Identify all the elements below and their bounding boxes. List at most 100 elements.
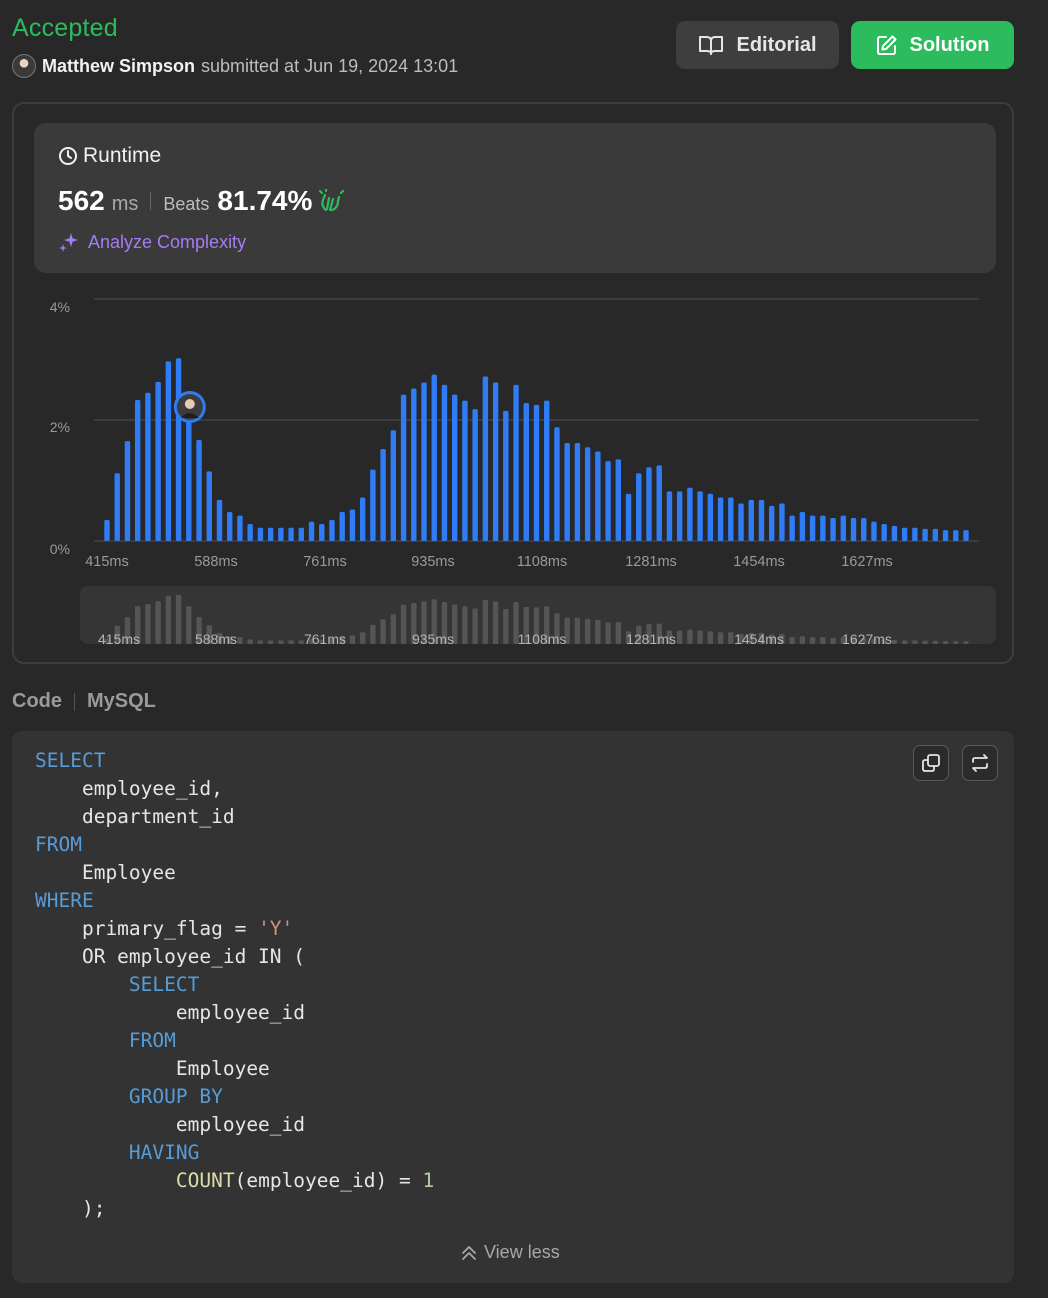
submitter-name[interactable]: Matthew Simpson — [42, 56, 195, 77]
histogram-bar — [227, 511, 233, 541]
solution-label: Solution — [909, 33, 990, 56]
histogram-bar — [881, 524, 887, 541]
submitted-time: submitted at Jun 19, 2024 13:01 — [201, 55, 459, 76]
navigator-tick-label: 415ms — [98, 631, 140, 647]
navigator-bar — [175, 594, 182, 644]
code-line: FROM — [35, 831, 434, 859]
runtime-distribution-chart: 4% 2% 0% 415ms 588ms 761ms 935ms 1108ms 1281ms 14… — [14, 104, 1016, 666]
navigator-bar — [912, 640, 918, 644]
histogram-bar — [850, 518, 857, 541]
code-token: HAVING — [128, 1141, 200, 1164]
performance-panel: Runtime 562 ms Beats 81.74% Analyze Comp… — [12, 102, 1014, 664]
solution-button[interactable]: Solution — [851, 21, 1014, 69]
histogram-bar — [861, 518, 867, 541]
histogram-bar — [595, 451, 601, 541]
histogram-bar — [769, 505, 775, 541]
navigator-bar — [901, 640, 908, 644]
histogram-bar — [963, 530, 969, 541]
x-tick-label: 935ms — [411, 554, 455, 570]
histogram-bar — [237, 515, 243, 541]
navigator-tick-label: 761ms — [304, 631, 346, 647]
code-line: SELECT — [35, 971, 434, 999]
y-tick-label: 0% — [50, 541, 70, 557]
histogram-bar — [953, 530, 959, 541]
tab-code: Code — [12, 690, 62, 712]
histogram-bar — [799, 511, 806, 541]
histogram-bar — [349, 509, 356, 541]
code-line: SELECT — [35, 747, 434, 775]
y-tick-label: 4% — [50, 299, 70, 315]
navigator-bar — [237, 637, 243, 644]
y-tick-label: 2% — [50, 419, 70, 435]
navigator-bar — [605, 622, 611, 644]
navigator-bar — [462, 606, 468, 644]
code-line: Employee — [35, 1055, 434, 1083]
histogram-bar — [196, 439, 202, 541]
navigator-bar — [390, 614, 397, 644]
submission-status: Accepted — [12, 14, 118, 42]
code-token: ); — [35, 1197, 106, 1220]
histogram-bar — [533, 404, 540, 541]
histogram-bar — [441, 384, 448, 541]
histogram-bar — [758, 499, 765, 541]
navigator-bar — [676, 630, 683, 644]
chevrons-up-icon — [462, 1245, 476, 1260]
edit-icon — [876, 35, 896, 55]
histogram-bar — [359, 497, 366, 541]
histogram-bar — [779, 503, 785, 541]
navigator-bar — [615, 622, 622, 644]
code-line: WHERE — [35, 887, 434, 915]
code-line: primary_flag = 'Y' — [35, 915, 434, 943]
chart-svg: 4% 2% 0% 415ms 588ms 761ms 935ms 1108ms 1281ms 14… — [50, 298, 996, 647]
navigator-bar — [789, 637, 795, 644]
view-less-button[interactable]: View less — [460, 1242, 560, 1263]
histogram-bar — [942, 530, 949, 541]
navigator-bar — [820, 637, 826, 644]
editorial-button[interactable]: Editorial — [676, 21, 839, 69]
histogram-bar — [625, 493, 632, 541]
navigator-bar — [891, 639, 898, 644]
code-token: Employee — [35, 1057, 270, 1080]
navigator-bar — [584, 618, 591, 644]
navigator-bar — [830, 637, 836, 644]
histogram-bar — [871, 521, 877, 541]
navigator-bar — [288, 640, 294, 644]
navigator-tick-label: 1627ms — [842, 631, 892, 647]
code-line: employee_id — [35, 1111, 434, 1139]
histogram-bar — [472, 409, 478, 541]
histogram-bar — [421, 382, 427, 541]
navigator-bar — [145, 604, 151, 644]
code-line: FROM — [35, 1027, 434, 1055]
histogram-bar — [901, 527, 908, 541]
code-content[interactable]: SELECT employee_id, department_id FROM Em… — [35, 747, 434, 1223]
histogram-bar — [124, 441, 131, 541]
histogram-bar — [656, 465, 662, 541]
histogram-bar — [114, 473, 120, 541]
histogram-bar — [840, 515, 846, 541]
x-tick-label: 761ms — [303, 554, 347, 570]
navigator-bar — [492, 601, 499, 644]
histogram-bar — [830, 518, 836, 541]
code-line: employee_id, — [35, 775, 434, 803]
code-line: GROUP BY — [35, 1083, 434, 1111]
navigator-bar — [186, 606, 192, 644]
swap-code-button[interactable] — [962, 745, 998, 781]
view-less-label: View less — [484, 1242, 560, 1262]
histogram-bar — [308, 521, 315, 541]
copy-code-button[interactable] — [913, 745, 949, 781]
histogram-bar — [717, 497, 724, 541]
code-token: FROM — [35, 833, 82, 856]
histogram-bar — [267, 527, 274, 541]
code-line: COUNT(employee_id) = 1 — [35, 1167, 434, 1195]
histogram-bar — [687, 487, 693, 541]
histogram-bar — [298, 527, 304, 541]
histogram-bar — [912, 527, 918, 541]
navigator-bar — [155, 601, 161, 644]
navigator-tick-label: 588ms — [195, 631, 237, 647]
histogram-bar — [666, 491, 673, 541]
user-avatar[interactable] — [12, 54, 36, 78]
code-token: employee_id, — [35, 777, 223, 800]
histogram-bar — [216, 499, 223, 541]
